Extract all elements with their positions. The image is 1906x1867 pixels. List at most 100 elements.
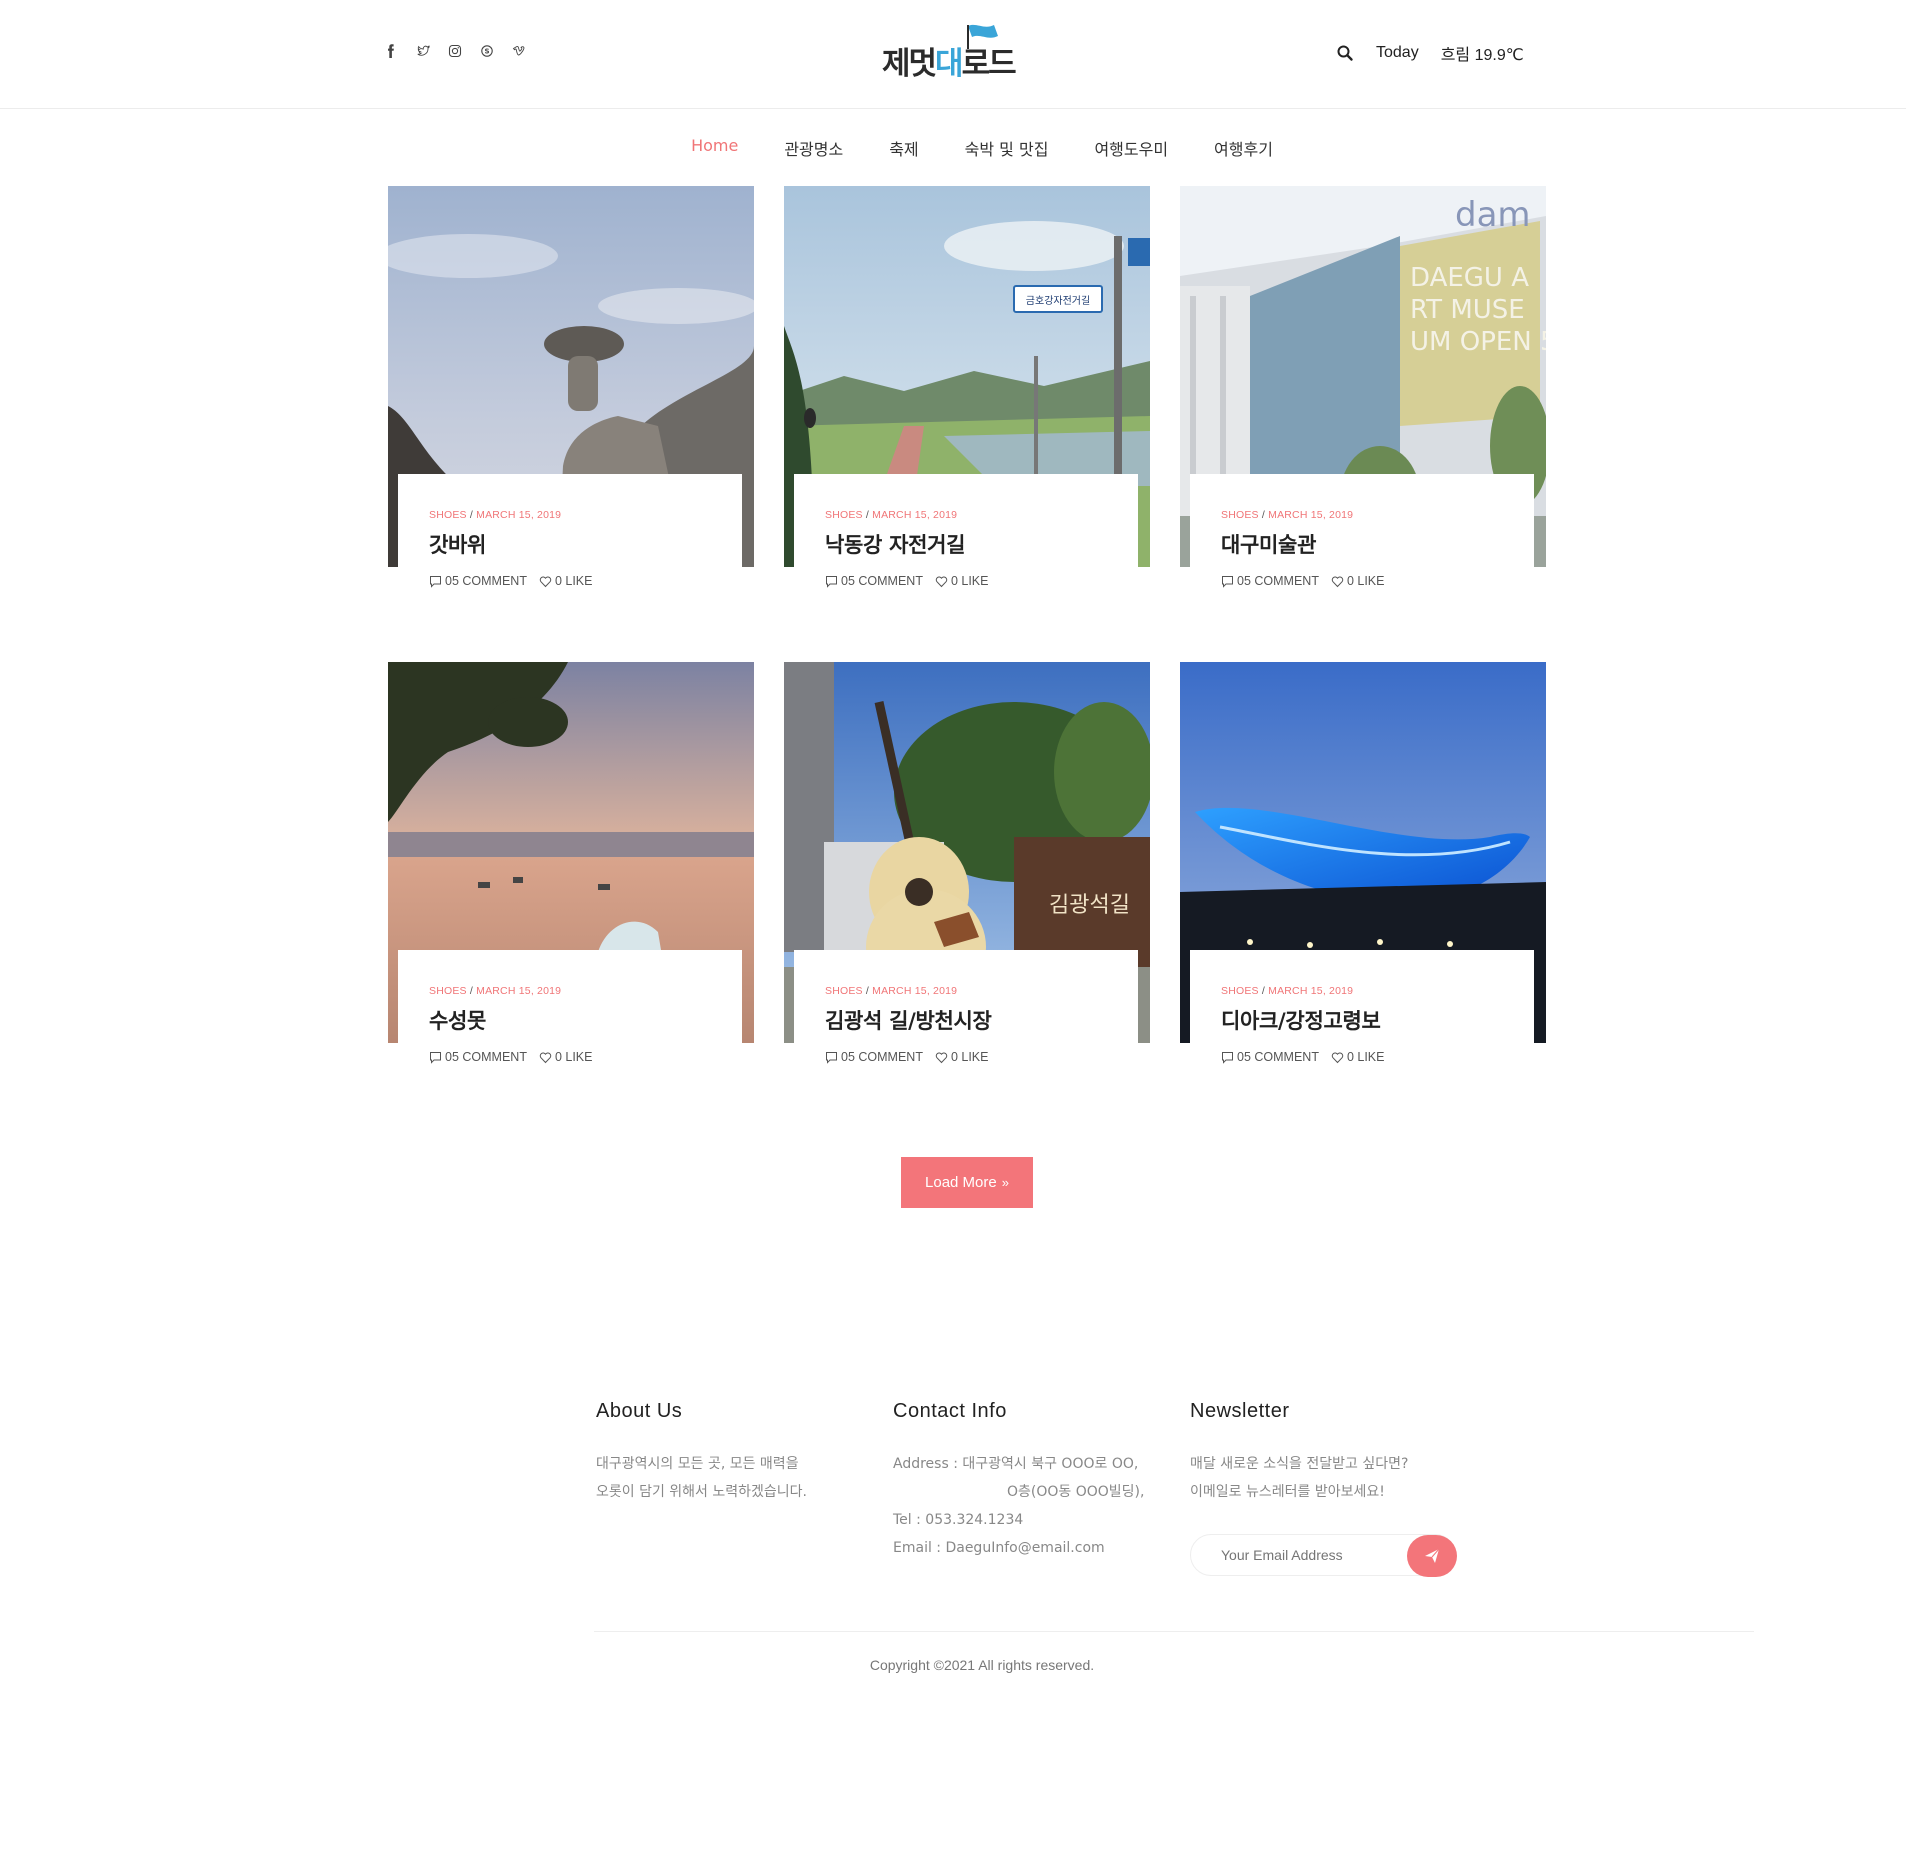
main-nav: Home 관광명소 축제 숙박 및 맛집 여행도우미 여행후기 [0,136,1906,160]
post-title[interactable]: 낙동강 자전거길 [825,529,1138,559]
comment-count[interactable]: 05 COMMENT [825,1050,923,1064]
post-card[interactable]: 김광석길 SHOES / MARCH 15, 2019 김광석 길/방천시장 0… [784,662,1150,1064]
svg-text:김광석길: 김광석길 [1049,893,1130,918]
contact-tel[interactable]: Tel : 053.324.1234 [893,1506,1144,1534]
comment-count[interactable]: 05 COMMENT [429,1050,527,1064]
post-info-box: SHOES / MARCH 15, 2019 낙동강 자전거길 [794,474,1138,586]
twitter-icon[interactable] [414,42,432,60]
comment-count[interactable]: 05 COMMENT [429,574,527,588]
post-category[interactable]: SHOES [825,985,863,997]
post-stats: 05 COMMENT 0 LIKE [825,1050,1000,1064]
like-count[interactable]: 0 LIKE [1331,574,1384,588]
post-info-box: SHOES / MARCH 15, 2019 갓바위 [398,474,742,586]
comment-icon [826,1051,837,1064]
footer-newsletter-title: Newsletter [1190,1400,1290,1422]
post-date: MARCH 15, 2019 [476,509,562,521]
contact-email[interactable]: Email : DaeguInfo@email.com [893,1534,1144,1562]
post-stats: 05 COMMENT 0 LIKE [825,574,1000,588]
post-category[interactable]: SHOES [1221,509,1259,521]
footer-newsletter-text: 매달 새로운 소식을 전달받고 싶다면? 이메일로 뉴스레터를 받아보세요! [1190,1456,1409,1500]
post-info-box: SHOES / MARCH 15, 2019 디아크/강정고령보 [1190,950,1534,1062]
svg-text:S: S [484,48,489,56]
footer-about-title: About Us [596,1400,683,1422]
site-logo[interactable]: 제멋대로드 [882,20,1022,82]
header-utilities: Today 흐림 19.9℃ [1336,41,1524,65]
post-date: MARCH 15, 2019 [1268,509,1354,521]
copyright: Copyright ©2021 All rights reserved. [869,1657,1095,1673]
weather-readout: 흐림 19.9℃ [1440,47,1524,64]
newsletter-form [1190,1534,1457,1577]
comment-count[interactable]: 05 COMMENT [1221,1050,1319,1064]
nav-item-travel-helper[interactable]: 여행도우미 [1071,136,1191,160]
footer-about-text: 대구광역시의 모든 곳, 모든 매력을 오롯이 담기 위해서 노력하겠습니다. [596,1456,807,1500]
heart-icon [539,576,552,587]
double-chevron-right-icon: » [1001,1175,1009,1190]
svg-text:DAEGU A: DAEGU A [1410,263,1529,293]
comment-icon [1222,1051,1233,1064]
post-date: MARCH 15, 2019 [476,985,562,997]
post-category[interactable]: SHOES [825,509,863,521]
footer-contact: Contact Info Address : 대구광역시 북구 OOO로 OO,… [893,1400,1144,1562]
post-card[interactable]: SHOES / MARCH 15, 2019 수성못 05 COMMENT 0 … [388,662,754,1064]
nav-item-home[interactable]: Home [668,136,761,160]
heart-icon [935,1052,948,1063]
comment-count[interactable]: 05 COMMENT [825,574,923,588]
post-date: MARCH 15, 2019 [872,985,958,997]
paper-plane-icon [1425,1548,1440,1563]
post-meta: SHOES / MARCH 15, 2019 [1221,509,1354,521]
post-info-box: SHOES / MARCH 15, 2019 대구미술관 [1190,474,1534,586]
post-info-box: SHOES / MARCH 15, 2019 김광석 길/방천시장 [794,950,1138,1062]
nav-item-reviews[interactable]: 여행후기 [1191,136,1296,160]
contact-address: Address : 대구광역시 북구 OOO로 OO, [893,1456,1139,1472]
post-meta: SHOES / MARCH 15, 2019 [1221,985,1354,997]
post-card[interactable]: SHOES / MARCH 15, 2019 갓바위 05 COMMENT 0 … [388,186,754,588]
contact-address-line2: O층(OO동 OOO빌딩), [1007,1484,1145,1500]
post-title[interactable]: 대구미술관 [1221,529,1534,559]
post-stats: 05 COMMENT 0 LIKE [1221,574,1396,588]
like-count[interactable]: 0 LIKE [935,574,988,588]
heart-icon [935,576,948,587]
heart-icon [1331,576,1344,587]
heart-icon [1331,1052,1344,1063]
nav-item-attractions[interactable]: 관광명소 [761,136,866,160]
vimeo-icon[interactable] [510,42,528,60]
post-title[interactable]: 수성못 [429,1005,742,1035]
today-label: Today [1376,44,1419,61]
post-date: MARCH 15, 2019 [872,509,958,521]
like-count[interactable]: 0 LIKE [539,1050,592,1064]
post-meta: SHOES / MARCH 15, 2019 [825,985,958,997]
post-title[interactable]: 갓바위 [429,529,742,559]
footer-contact-title: Contact Info [893,1400,1007,1422]
post-card[interactable]: SHOES / MARCH 15, 2019 디아크/강정고령보 05 COMM… [1180,662,1546,1064]
svg-text:dam: dam [1455,195,1531,235]
logo-text: 제멋대로드 [882,46,1017,82]
like-count[interactable]: 0 LIKE [1331,1050,1384,1064]
instagram-icon[interactable] [446,42,464,60]
comment-icon [430,1051,441,1064]
nav-item-festivals[interactable]: 축제 [866,136,941,160]
heart-icon [539,1052,552,1063]
social-links: S [382,42,528,60]
post-stats: 05 COMMENT 0 LIKE [429,574,604,588]
newsletter-submit-button[interactable] [1407,1535,1457,1577]
newsletter-email-input[interactable] [1221,1547,1401,1563]
post-meta: SHOES / MARCH 15, 2019 [429,509,562,521]
comment-icon [826,575,837,588]
post-category[interactable]: SHOES [1221,985,1259,997]
comment-count[interactable]: 05 COMMENT [1221,574,1319,588]
post-category[interactable]: SHOES [429,985,467,997]
post-card[interactable]: DAEGU A RT MUSE UM OPEN 5 dam SHOES / MA… [1180,186,1546,588]
comment-icon [430,575,441,588]
post-category[interactable]: SHOES [429,509,467,521]
load-more-button[interactable]: Load More » [901,1157,1033,1208]
like-count[interactable]: 0 LIKE [935,1050,988,1064]
post-title[interactable]: 디아크/강정고령보 [1221,1005,1534,1035]
post-meta: SHOES / MARCH 15, 2019 [825,509,958,521]
search-icon[interactable] [1336,44,1354,62]
skype-icon[interactable]: S [478,42,496,60]
post-title[interactable]: 김광석 길/방천시장 [825,1005,1138,1035]
post-card[interactable]: 금호강자전거길 SHOES / MARCH 15, 2019 낙동강 자전거길 … [784,186,1150,588]
nav-item-lodging-food[interactable]: 숙박 및 맛집 [942,136,1072,160]
facebook-icon[interactable] [382,42,400,60]
like-count[interactable]: 0 LIKE [539,574,592,588]
